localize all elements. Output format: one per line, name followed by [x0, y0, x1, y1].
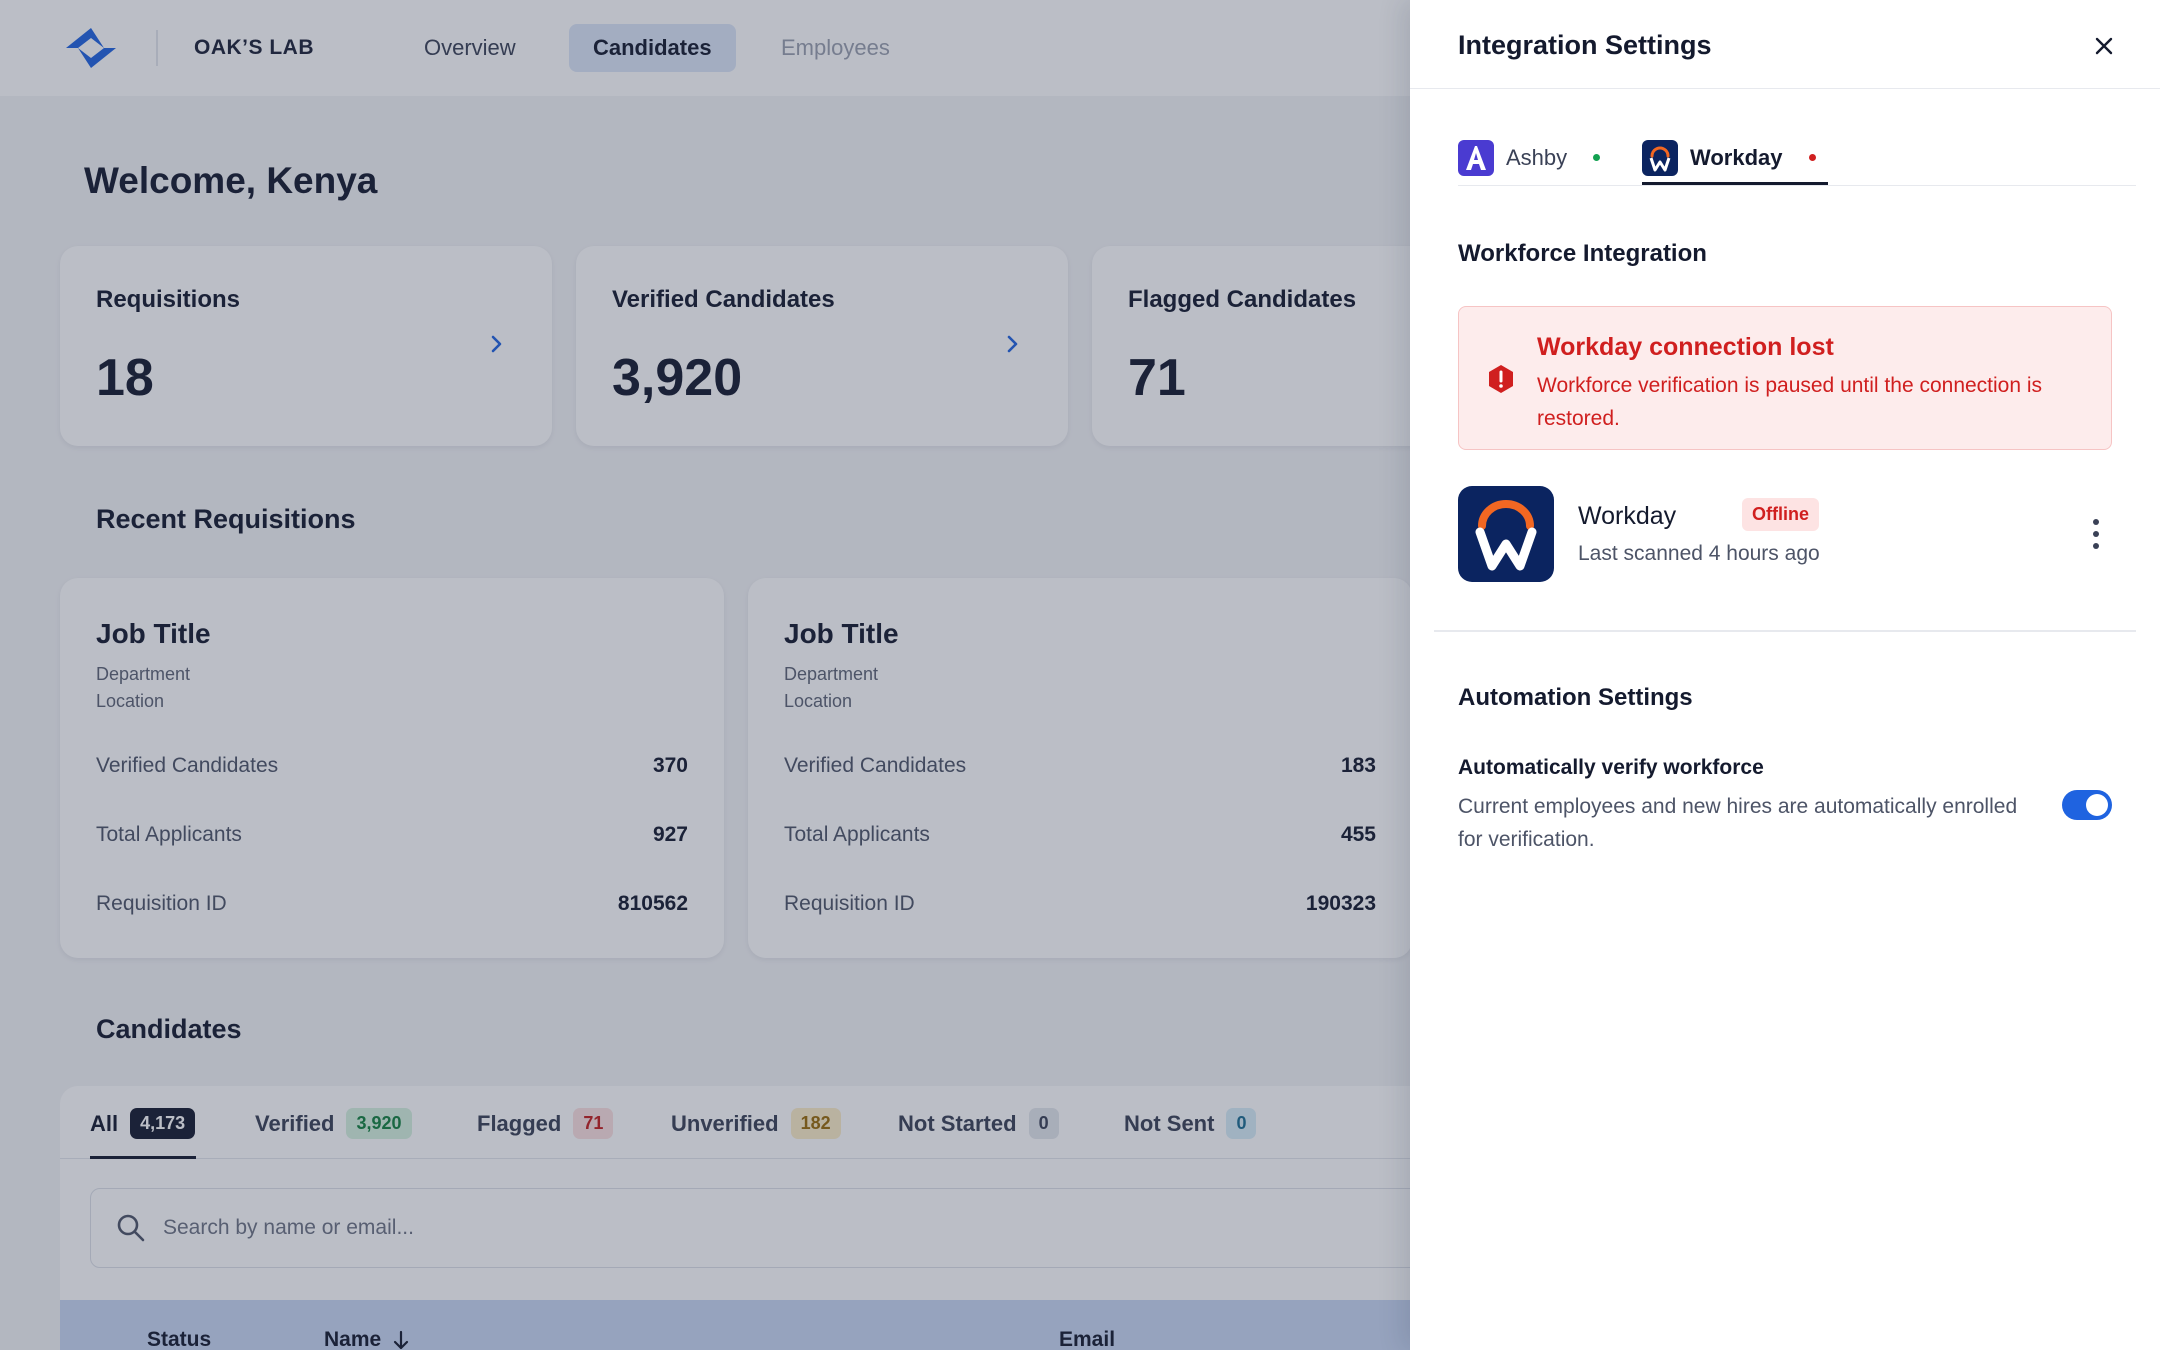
integration-settings-drawer: Integration Settings Ashby Workday Workf… [1410, 0, 2160, 1350]
status-dot-connected [1593, 154, 1601, 161]
tab-label: Workday [1690, 144, 1783, 170]
drawer-header-divider [1410, 88, 2160, 89]
workday-logo-icon [1642, 139, 1678, 176]
tab-ashby[interactable]: Ashby [1458, 130, 1601, 185]
connection-lost-alert: Workday connection lost Workforce verifi… [1458, 306, 2112, 450]
offline-status-badge: Offline [1742, 498, 1819, 531]
last-scanned: Last scanned 4 hours ago [1578, 542, 1820, 565]
auto-verify-toggle[interactable] [2062, 790, 2112, 820]
drawer-title: Integration Settings [1458, 30, 1712, 60]
ashby-logo-icon [1458, 139, 1494, 176]
close-button[interactable] [2086, 28, 2122, 64]
more-options-icon[interactable] [2086, 514, 2106, 554]
integration-tabs: Ashby Workday [1458, 130, 2136, 186]
active-tab-underline [1642, 182, 1828, 185]
error-octagon-icon [1489, 365, 1513, 393]
toggle-knob [2086, 794, 2108, 816]
auto-verify-description: Current employees and new hires are auto… [1458, 795, 2018, 851]
workday-integration-row: Workday Offline Last scanned 4 hours ago [1458, 486, 2112, 582]
automation-settings-title: Automation Settings [1458, 684, 1693, 711]
alert-body: Workforce verification is paused until t… [1537, 374, 2043, 430]
close-icon [2095, 37, 2113, 55]
workforce-integration-title: Workforce Integration [1458, 240, 1707, 267]
tab-label: Ashby [1506, 144, 1568, 170]
tab-workday[interactable]: Workday [1642, 130, 1816, 185]
section-divider [1434, 630, 2136, 632]
integration-name: Workday [1578, 502, 1677, 530]
alert-title: Workday connection lost [1537, 333, 1834, 361]
workday-logo-icon [1458, 486, 1554, 582]
auto-verify-label: Automatically verify workforce [1458, 756, 1764, 779]
modal-backdrop[interactable] [0, 0, 1410, 1350]
status-dot-error [1808, 154, 1816, 161]
